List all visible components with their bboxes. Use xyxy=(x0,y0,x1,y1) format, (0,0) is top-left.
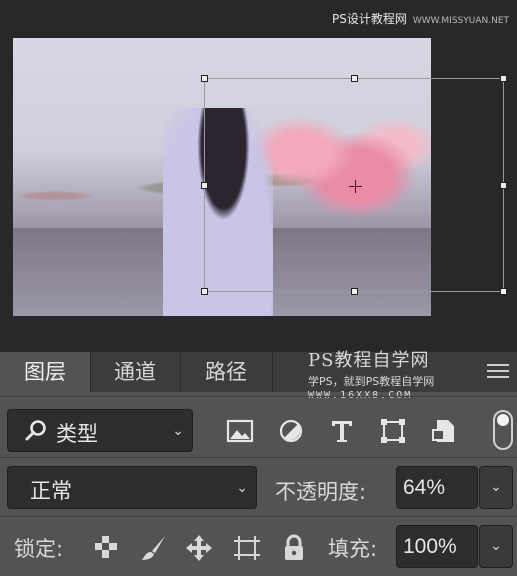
chevron-down-icon: ⌄ xyxy=(172,422,184,439)
lock-position-icon[interactable] xyxy=(185,534,213,562)
tab-layers[interactable]: 图层 xyxy=(0,352,91,392)
fill-input[interactable]: 100% xyxy=(396,525,478,568)
opacity-value: 64% xyxy=(403,476,446,499)
image-filter-icon[interactable] xyxy=(225,416,255,446)
watermark-top-text: PS设计教程网 xyxy=(332,12,407,26)
tab-paths[interactable]: 路径 xyxy=(180,352,273,392)
search-icon xyxy=(25,420,46,441)
lock-brush-icon[interactable] xyxy=(140,534,168,562)
fill-label: 填充: xyxy=(328,537,378,561)
opacity-label: 不透明度: xyxy=(275,480,367,504)
watermark-mid-slogan: 学PS，就到PS教程自学网 xyxy=(308,375,435,388)
filter-kind-label: 类型 xyxy=(56,422,98,446)
chevron-down-icon: ⌄ xyxy=(236,479,248,496)
adjustment-filter-icon[interactable] xyxy=(276,416,306,446)
lock-label: 锁定: xyxy=(14,537,64,561)
filter-kind-select[interactable]: 类型 ⌄ xyxy=(7,409,193,452)
watermark-top-url: WWW.MISSYUAN.NET xyxy=(412,16,509,26)
shape-filter-icon[interactable] xyxy=(378,416,408,446)
transform-handle-top-left[interactable] xyxy=(201,75,208,82)
lock-transparent-icon[interactable] xyxy=(93,534,119,560)
type-filter-icon[interactable] xyxy=(327,416,357,446)
opacity-dropdown-button[interactable]: ⌄ xyxy=(479,466,513,509)
fill-dropdown-button[interactable]: ⌄ xyxy=(479,525,513,568)
filter-toggle[interactable] xyxy=(493,410,513,450)
transform-handle-bottom[interactable] xyxy=(351,288,358,295)
blend-mode-value: 正常 xyxy=(30,479,72,503)
lock-artboard-icon[interactable] xyxy=(232,534,262,562)
transform-handle-top-right[interactable] xyxy=(500,75,507,82)
document-canvas[interactable]: PS设计教程网 WWW.MISSYUAN.NET xyxy=(0,0,517,352)
blend-mode-select[interactable]: 正常 ⌄ xyxy=(7,466,257,509)
transform-handle-top[interactable] xyxy=(351,75,358,82)
lock-all-icon[interactable] xyxy=(282,534,306,562)
watermark-top: PS设计教程网 WWW.MISSYUAN.NET xyxy=(332,10,509,27)
watermark-mid-title: PS教程自学网 xyxy=(308,350,430,371)
transform-handle-bottom-left[interactable] xyxy=(201,288,208,295)
transform-handle-left[interactable] xyxy=(201,182,208,189)
opacity-input[interactable]: 64% xyxy=(396,466,478,509)
panel-menu-icon[interactable] xyxy=(487,364,509,380)
transform-handle-bottom-right[interactable] xyxy=(500,288,507,295)
filter-toggle-knob xyxy=(497,414,509,426)
smart-object-filter-icon[interactable] xyxy=(430,416,460,446)
transform-reference-point-icon[interactable] xyxy=(349,180,362,193)
tab-channels[interactable]: 通道 xyxy=(90,352,181,392)
fill-value: 100% xyxy=(403,535,457,558)
watermark-mid: PS教程自学网 学PS，就到PS教程自学网 WWW.16XX8.COM xyxy=(308,346,434,401)
panel-tabbar: 图层 通道 路径 xyxy=(0,352,517,392)
transform-handle-right[interactable] xyxy=(500,182,507,189)
